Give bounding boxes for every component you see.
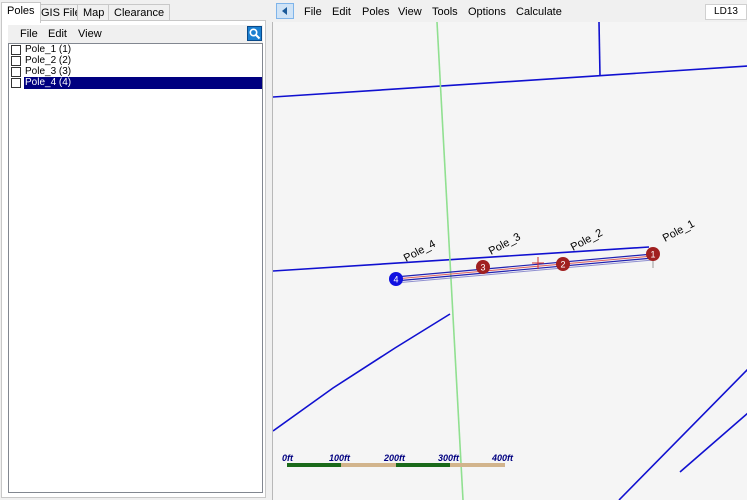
span-lines bbox=[394, 253, 654, 284]
scale-segment bbox=[450, 463, 505, 467]
pole-3-label: Pole_3 bbox=[487, 231, 523, 258]
scale-label: 200ft bbox=[383, 453, 406, 463]
pole-1-label: Pole_1 bbox=[661, 218, 697, 245]
crosshair-icon bbox=[532, 257, 544, 269]
boundary-line bbox=[618, 368, 747, 500]
scale-label: 300ft bbox=[438, 453, 460, 463]
menu-calculate[interactable]: Calculate bbox=[516, 6, 562, 18]
map-canvas[interactable]: 1 2 3 4 Pole_1 Pole_2 Pole_3 Pole_4 0ft … bbox=[272, 22, 747, 500]
scale-segment bbox=[341, 463, 396, 467]
menu-tools[interactable]: Tools bbox=[432, 6, 458, 18]
scale-label: 400ft bbox=[491, 453, 514, 463]
list-item-label: Pole_4 (4) bbox=[24, 77, 262, 89]
map-svg: 1 2 3 4 Pole_1 Pole_2 Pole_3 Pole_4 0ft … bbox=[273, 22, 747, 500]
pole-1-marker[interactable]: 1 bbox=[646, 247, 660, 261]
scale-bar: 0ft 100ft 200ft 300ft 400ft bbox=[282, 453, 514, 467]
pole-3-marker[interactable]: 3 bbox=[476, 260, 490, 274]
boundary-line bbox=[273, 65, 747, 98]
left-panel: Poles GIS Files Map Clearance File Edit … bbox=[0, 0, 267, 500]
poles-menu-edit[interactable]: Edit bbox=[48, 28, 67, 40]
list-item-pole-4[interactable]: Pole_4 (4) bbox=[9, 77, 262, 89]
arrow-left-icon bbox=[282, 7, 287, 15]
pole-4-marker[interactable]: 4 bbox=[389, 272, 403, 286]
poles-tab-panel: File Edit View Pole_1 (1) Pole_2 (2) Pol… bbox=[1, 20, 266, 498]
boundary-line bbox=[679, 412, 747, 473]
menu-options[interactable]: Options bbox=[468, 6, 506, 18]
svg-text:2: 2 bbox=[560, 260, 565, 270]
poles-menu-file[interactable]: File bbox=[20, 28, 38, 40]
menu-view[interactable]: View bbox=[398, 6, 422, 18]
menu-file[interactable]: File bbox=[304, 6, 322, 18]
scale-label: 0ft bbox=[282, 453, 294, 463]
scale-segment bbox=[287, 463, 341, 467]
svg-text:3: 3 bbox=[480, 263, 485, 273]
boundary-line bbox=[273, 313, 451, 432]
main-menu-bar: File Edit Poles View Tools Options Calcu… bbox=[272, 0, 747, 22]
checkbox[interactable] bbox=[11, 56, 21, 66]
scale-label: 100ft bbox=[329, 453, 351, 463]
collapse-panel-button[interactable] bbox=[276, 3, 294, 19]
scale-segment bbox=[396, 463, 450, 467]
poles-menu-bar: File Edit View bbox=[8, 25, 263, 43]
menu-edit[interactable]: Edit bbox=[332, 6, 351, 18]
checkbox[interactable] bbox=[11, 67, 21, 77]
menu-poles[interactable]: Poles bbox=[362, 6, 390, 18]
svg-text:4: 4 bbox=[393, 275, 398, 285]
magnifier-glyph bbox=[249, 28, 261, 40]
pole-2-marker[interactable]: 2 bbox=[556, 257, 570, 271]
svg-text:1: 1 bbox=[650, 250, 655, 260]
tab-poles[interactable]: Poles bbox=[1, 2, 41, 23]
checkbox[interactable] bbox=[11, 45, 21, 55]
checkbox[interactable] bbox=[11, 78, 21, 88]
poles-menu-view[interactable]: View bbox=[78, 28, 102, 40]
boundary-line bbox=[598, 22, 601, 77]
left-tabs: Poles GIS Files Map Clearance bbox=[0, 2, 267, 23]
search-icon[interactable] bbox=[247, 26, 262, 41]
mode-label: LD13 bbox=[705, 4, 747, 20]
pole-list: Pole_1 (1) Pole_2 (2) Pole_3 (3) Pole_4 … bbox=[8, 43, 263, 493]
